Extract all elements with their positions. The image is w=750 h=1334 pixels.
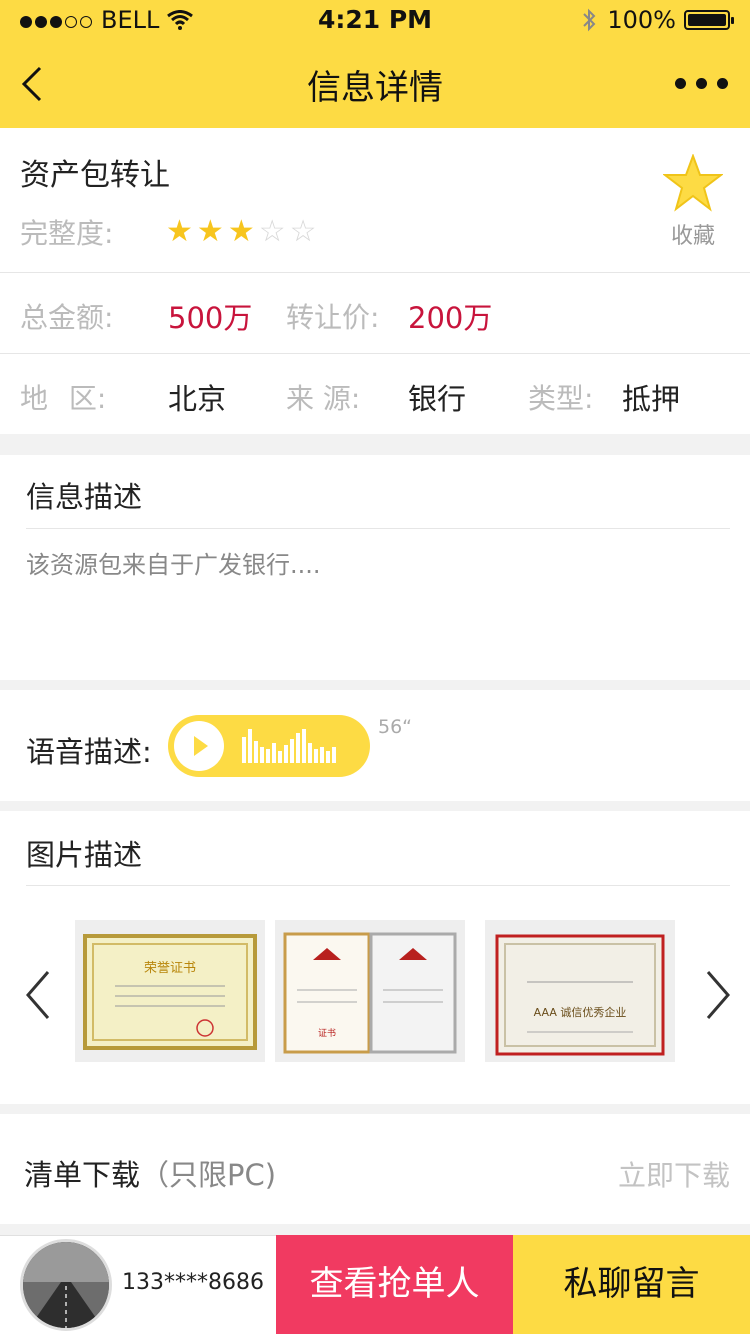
package-title: 资产包转让 xyxy=(20,158,170,193)
download-now-button[interactable]: 立即下载 xyxy=(618,1154,730,1194)
region-label: 地 区: xyxy=(20,382,107,415)
download-title: 清单下载 xyxy=(24,1158,141,1192)
source-label: 来 源: xyxy=(286,382,361,415)
rating-stars: ★★★☆☆ xyxy=(166,214,321,249)
avatar[interactable] xyxy=(20,1239,112,1331)
certificate-icon: AAA 诚信优秀企业 xyxy=(495,934,665,1056)
certificate-image[interactable]: 证书 xyxy=(275,920,465,1062)
waveform-icon xyxy=(242,729,338,763)
svg-text:AAA 诚信优秀企业: AAA 诚信优秀企业 xyxy=(534,1005,627,1019)
description-title: 信息描述 xyxy=(26,480,143,514)
divider xyxy=(0,353,750,354)
description-text: 该资源包来自于广发银行.... xyxy=(26,551,321,579)
download-note: （只限PC) xyxy=(140,1158,277,1192)
star-icon: ★ xyxy=(227,214,259,249)
certificate-image[interactable]: 荣誉证书 xyxy=(75,920,265,1062)
star-outline-icon: ☆ xyxy=(289,214,321,249)
type-value: 抵押 xyxy=(622,382,681,416)
chevron-left-icon[interactable] xyxy=(24,968,54,1022)
star-outline-icon: ☆ xyxy=(258,214,290,249)
voice-label: 语音描述: xyxy=(26,735,152,769)
divider xyxy=(0,272,750,273)
completeness-label: 完整度: xyxy=(20,217,114,250)
play-icon[interactable] xyxy=(174,721,224,771)
images-title: 图片描述 xyxy=(26,838,143,872)
certificate-image[interactable]: AAA 诚信优秀企业 xyxy=(485,920,675,1062)
road-image xyxy=(23,1242,109,1328)
nav-bar: 信息详情 xyxy=(0,40,750,128)
status-bar: BELL 4:21 PM 100% xyxy=(0,0,750,40)
favorite-label: 收藏 xyxy=(670,224,715,249)
total-amount-label: 总金额: xyxy=(20,301,114,334)
transfer-price-label: 转让价: xyxy=(286,301,380,334)
private-message-button[interactable]: 私聊留言 xyxy=(513,1235,750,1334)
transfer-price-value: 200万 xyxy=(408,301,493,335)
svg-text:荣誉证书: 荣誉证书 xyxy=(144,961,196,976)
source-value: 银行 xyxy=(408,382,467,416)
total-amount-value: 500万 xyxy=(168,301,253,335)
view-grabbers-button[interactable]: 查看抢单人 xyxy=(276,1235,513,1334)
star-icon: ★ xyxy=(166,214,197,249)
voice-duration: 56“ xyxy=(378,716,413,738)
chevron-right-icon[interactable] xyxy=(702,968,732,1022)
download-label: 清单下载（只限PC) xyxy=(24,1152,276,1194)
battery-icon xyxy=(684,10,734,30)
bluetooth-icon xyxy=(583,8,596,32)
phone-number: 133****8686 xyxy=(122,1270,264,1295)
battery-percent: 100% xyxy=(607,6,676,34)
certificate-icon: 荣誉证书 xyxy=(83,934,257,1050)
certificate-icon: 证书 xyxy=(283,932,457,1054)
region-value: 北京 xyxy=(168,382,227,416)
svg-text:证书: 证书 xyxy=(318,1028,336,1039)
type-label: 类型: xyxy=(528,382,594,415)
star-icon: ★ xyxy=(196,214,228,249)
favorite-button[interactable]: 收藏 xyxy=(658,153,728,250)
more-options-icon[interactable] xyxy=(665,78,728,89)
star-icon xyxy=(662,153,724,212)
divider xyxy=(26,885,730,886)
page-title: 信息详情 xyxy=(307,68,443,108)
divider xyxy=(26,528,730,529)
voice-player[interactable] xyxy=(168,715,370,777)
